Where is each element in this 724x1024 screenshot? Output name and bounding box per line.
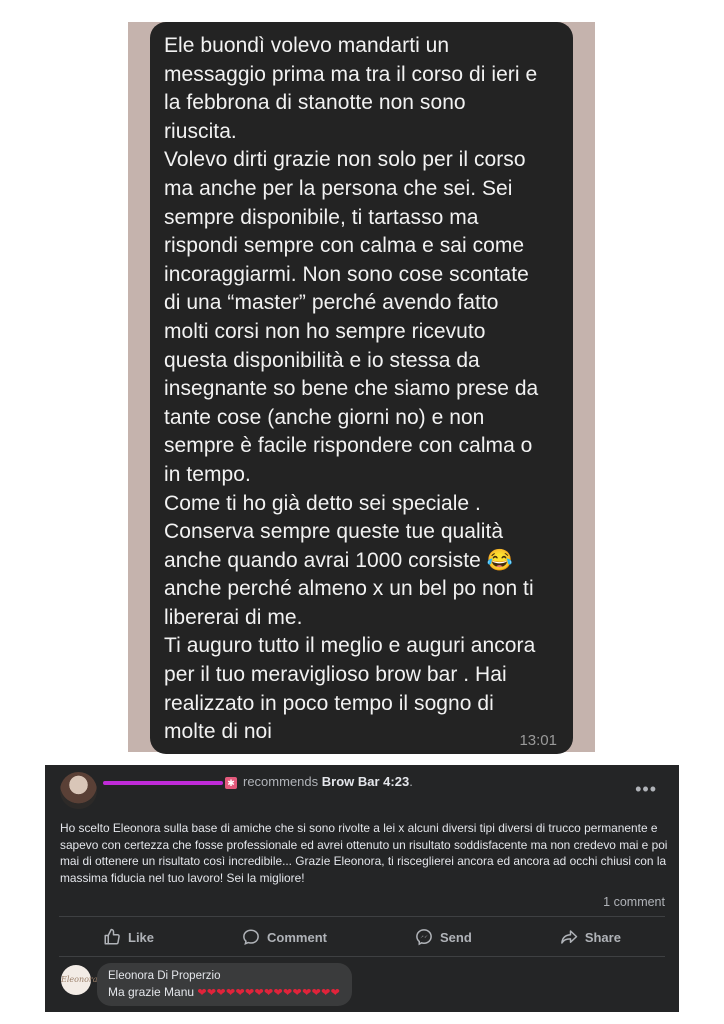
badge-icon: ✱ — [225, 776, 237, 789]
comment-message: Ma grazie Manu — [108, 985, 195, 999]
chat-message-time: 13:01 — [519, 732, 557, 749]
chat-message-text: Ele buondì volevo mandarti un messaggio … — [164, 34, 539, 744]
action-bar: Like Comment Send Share — [59, 925, 665, 949]
comment-count[interactable]: 1 comment — [603, 895, 665, 909]
comment-button[interactable]: Comment — [242, 928, 327, 946]
review-body: Ho scelto Eleonora sulla base di amiche … — [60, 821, 668, 885]
thumbs-up-icon — [104, 928, 120, 945]
reviewer-name-redacted[interactable] — [103, 780, 223, 785]
hearts-emoji: ❤❤❤❤❤❤❤❤❤❤❤❤❤❤❤ — [197, 987, 341, 999]
divider — [59, 916, 665, 917]
send-label: Send — [440, 929, 472, 945]
comment-text: Ma grazie Manu ❤❤❤❤❤❤❤❤❤❤❤❤❤❤❤ — [108, 984, 340, 1001]
comment-label: Comment — [267, 929, 327, 945]
review-header: ✱ recommends Brow Bar 4:23. — [103, 774, 413, 789]
like-button[interactable]: Like — [103, 928, 154, 946]
reviewer-avatar[interactable] — [60, 772, 97, 809]
send-button[interactable]: Send — [415, 928, 472, 946]
facebook-review: ✱ recommends Brow Bar 4:23. ••• Ho scelto… — [45, 765, 679, 1012]
page-name-link[interactable]: Brow Bar 4:23 — [322, 774, 409, 789]
recommends-text: recommends — [243, 774, 319, 789]
share-arrow-icon — [560, 930, 578, 944]
speech-bubble-icon — [243, 929, 259, 946]
header-period: . — [409, 774, 413, 789]
commenter-name[interactable]: Eleonora Di Properzio — [108, 969, 340, 984]
reply-comment: Eleonora Di Properzio Ma grazie Manu ❤❤❤… — [97, 963, 353, 1006]
share-label: Share — [584, 929, 621, 945]
share-button[interactable]: Share — [560, 928, 621, 946]
divider — [59, 956, 665, 957]
messenger-icon — [416, 929, 432, 946]
like-label: Like — [128, 929, 155, 945]
commenter-avatar[interactable]: Eleonora — [61, 965, 98, 995]
chat-screenshot: Ele buondì volevo mandarti un messaggio … — [128, 22, 595, 754]
more-dots-icon[interactable]: ••• — [635, 779, 657, 800]
chat-message-bubble: Ele buondì volevo mandarti un messaggio … — [150, 22, 573, 754]
